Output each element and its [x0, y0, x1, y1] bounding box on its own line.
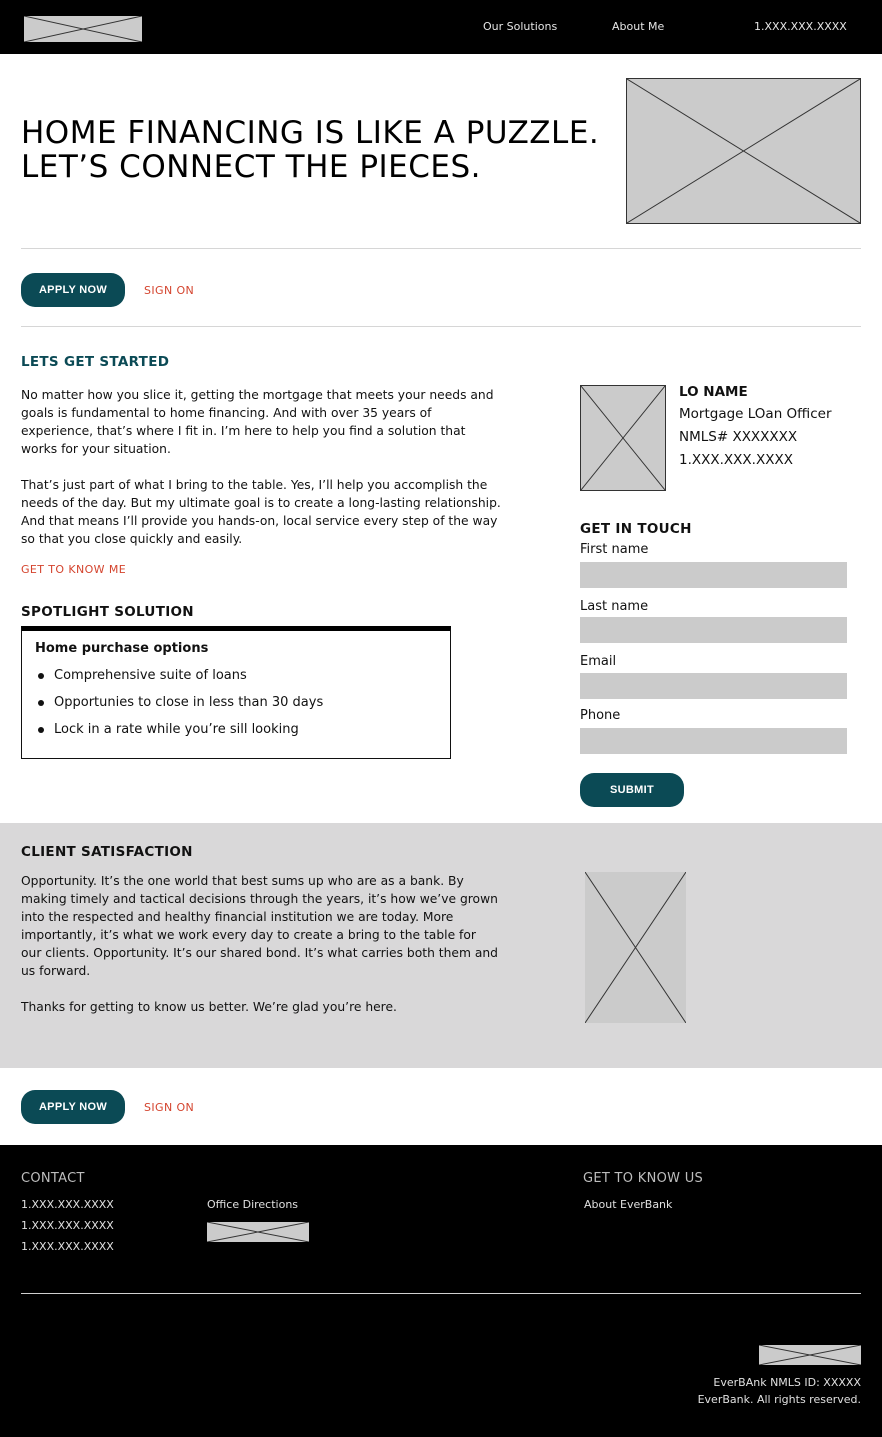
officer-name: LO NAME	[679, 384, 748, 400]
hero-title: HOME FINANCING IS LIKE A PUZZLE. LET’S C…	[21, 116, 599, 184]
officer-title: Mortgage LOan Officer	[679, 406, 832, 422]
footer-logo-placeholder	[759, 1345, 861, 1365]
apply-now-button-bottom[interactable]: APPLY NOW	[21, 1090, 125, 1124]
officer-phone[interactable]: 1.XXX.XXX.XXXX	[679, 452, 793, 468]
nav-our-solutions[interactable]: Our Solutions	[483, 20, 557, 33]
spotlight-heading: SPOTLIGHT SOLUTION	[21, 604, 194, 620]
nav-about-me[interactable]: About Me	[612, 20, 664, 33]
hero-image	[626, 78, 861, 224]
list-item-text: Comprehensive suite of loans	[54, 668, 247, 683]
sign-on-link-bottom[interactable]: SIGN ON	[144, 1101, 194, 1114]
footer-phone-3[interactable]: 1.XXX.XXX.XXXX	[21, 1240, 114, 1253]
phone-field[interactable]	[580, 728, 847, 754]
first-name-field[interactable]	[580, 562, 847, 588]
get-in-touch-heading: GET IN TOUCH	[580, 521, 692, 537]
spotlight-card-title: Home purchase options	[35, 641, 209, 656]
list-item: Comprehensive suite of loans	[38, 668, 247, 683]
client-paragraph-2: Thanks for getting to know us better. We…	[21, 1000, 397, 1014]
sign-on-link[interactable]: SIGN ON	[144, 284, 194, 297]
divider	[21, 326, 861, 327]
bullet-icon	[38, 726, 44, 733]
list-item: Lock in a rate while you’re sill looking	[38, 722, 299, 737]
bullet-icon	[38, 672, 44, 679]
footer-get-to-know-heading: GET TO KNOW US	[583, 1171, 704, 1186]
officer-nmls: NMLS# XXXXXXX	[679, 429, 798, 445]
phone-label: Phone	[580, 708, 621, 723]
hero-title-line2: LET’S CONNECT THE PIECES.	[21, 149, 482, 185]
list-item: Opportunies to close in less than 30 day…	[38, 695, 323, 710]
last-name-field[interactable]	[580, 617, 847, 643]
header-phone[interactable]: 1.XXX.XXX.XXXX	[754, 20, 847, 33]
email-label: Email	[580, 654, 617, 669]
client-paragraph-1: Opportunity. It’s the one world that bes…	[21, 874, 498, 978]
intro-paragraph-2: That’s just part of what I bring to the …	[21, 478, 501, 546]
apply-now-button[interactable]: APPLY NOW	[21, 273, 125, 307]
footer-nmls: EverBAnk NMLS ID: XXXXX	[713, 1376, 861, 1389]
about-everbank-link[interactable]: About EverBank	[584, 1198, 672, 1211]
hero-title-line1: HOME FINANCING IS LIKE A PUZZLE.	[21, 115, 600, 151]
footer-phone-2[interactable]: 1.XXX.XXX.XXXX	[21, 1219, 114, 1232]
list-item-text: Opportunies to close in less than 30 day…	[54, 695, 324, 710]
email-field[interactable]	[580, 673, 847, 699]
intro-paragraph-1: No matter how you slice it, getting the …	[21, 388, 494, 456]
office-directions-link[interactable]: Office Directions	[207, 1198, 298, 1211]
divider	[21, 248, 861, 249]
map-placeholder[interactable]	[207, 1222, 309, 1242]
bullet-icon	[38, 699, 44, 706]
first-name-label: First name	[580, 542, 649, 557]
list-item-text: Lock in a rate while you’re sill looking	[54, 722, 299, 737]
footer-divider	[21, 1293, 861, 1294]
lets-get-started-heading: LETS GET STARTED	[21, 354, 170, 370]
footer-rights: EverBank. All rights reserved.	[697, 1393, 861, 1406]
client-image	[585, 872, 686, 1023]
logo-placeholder[interactable]	[24, 16, 142, 42]
submit-button[interactable]: SUBMIT	[580, 773, 684, 807]
last-name-label: Last name	[580, 599, 649, 614]
client-satisfaction-heading: CLIENT SATISFACTION	[21, 844, 193, 860]
footer-contact-heading: CONTACT	[21, 1171, 85, 1186]
officer-photo	[580, 385, 666, 491]
footer-phone-1[interactable]: 1.XXX.XXX.XXXX	[21, 1198, 114, 1211]
get-to-know-me-link[interactable]: GET TO KNOW ME	[21, 563, 126, 576]
